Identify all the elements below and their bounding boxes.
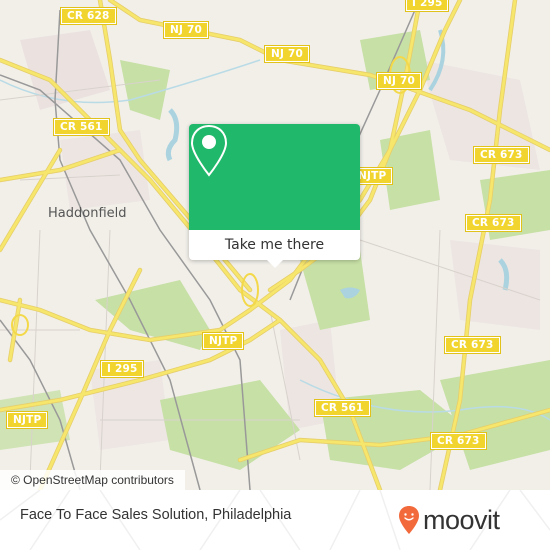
moovit-logo[interactable]: moovit [398, 500, 500, 540]
map-pin-icon [190, 124, 228, 177]
popup-tail [267, 260, 283, 268]
moovit-wordmark: moovit [423, 504, 500, 535]
road-shield: CR 673 [473, 146, 530, 164]
road-shield: CR 561 [53, 118, 110, 136]
location-popup[interactable]: Take me there [189, 124, 360, 268]
road-shield: CR 673 [430, 432, 487, 450]
road-shield: CR 628 [60, 7, 117, 25]
map-attribution[interactable]: © OpenStreetMap contributors [0, 470, 185, 490]
road-shield: I 295 [99, 360, 145, 378]
road-shield: NJTP [201, 332, 245, 350]
road-shield: CR 673 [444, 336, 501, 354]
road-shield: NJTP [5, 411, 49, 429]
place-label-haddonfield: Haddonfield [48, 206, 127, 221]
road-shield: NJ 70 [376, 72, 422, 90]
moovit-pin-icon [399, 506, 419, 534]
road-shield: NJ 70 [264, 45, 310, 63]
road-shield: NJ 70 [163, 21, 209, 39]
road-shield: CR 561 [314, 399, 371, 417]
map-canvas[interactable]: Haddonfield CR 628 NJ 70 NJ 70 NJ 70 I 2… [0, 0, 550, 490]
popup-header [189, 124, 360, 230]
location-title: Face To Face Sales Solution, Philadelphi… [20, 507, 292, 523]
road-shield: I 295 [404, 0, 450, 12]
road-shield: CR 673 [465, 214, 522, 232]
take-me-there-button[interactable]: Take me there [189, 230, 360, 260]
